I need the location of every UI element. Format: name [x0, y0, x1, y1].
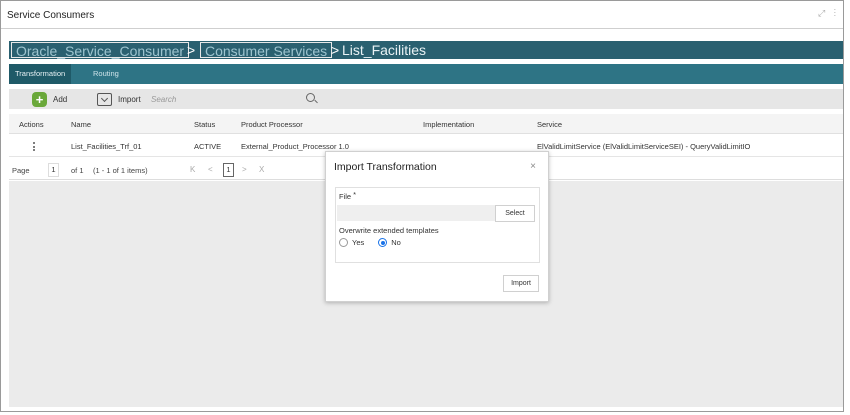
file-label: File * [339, 190, 357, 201]
add-button[interactable]: + Add [32, 92, 67, 107]
toolbar: + Add Import [9, 89, 843, 109]
breadcrumb: Oracle_Service_Consumer > Consumer Servi… [9, 41, 843, 59]
dialog-form: File * Select Overwrite extended template… [335, 187, 540, 263]
breadcrumb-separator: > [331, 42, 340, 58]
page-label: Page [12, 166, 30, 175]
required-mark: * [353, 190, 357, 199]
last-page-icon[interactable]: X [259, 165, 264, 174]
radio-no[interactable] [378, 238, 388, 247]
search-icon[interactable] [306, 93, 315, 102]
row-status: ACTIVE [194, 142, 222, 151]
search-input[interactable] [149, 92, 327, 107]
page-of-label: of 1 [71, 166, 84, 175]
column-service[interactable]: Service [537, 120, 562, 129]
kebab-menu-icon[interactable] [33, 142, 35, 151]
row-service: ElValidLimitService (ElValidLimitService… [537, 142, 751, 151]
column-actions: Actions [19, 120, 44, 129]
import-button[interactable]: Import [97, 92, 141, 107]
close-icon[interactable]: × [530, 161, 536, 172]
row-product-processor: External_Product_Processor 1.0 [241, 142, 349, 151]
dialog-title: Import Transformation [334, 161, 437, 173]
table-header: Actions Name Status Product Processor Im… [9, 114, 843, 134]
first-page-icon[interactable]: K [190, 165, 195, 174]
current-page-button[interactable]: 1 [223, 163, 234, 177]
radio-no-label[interactable]: No [391, 238, 401, 247]
row-name[interactable]: List_Facilities_Trf_01 [71, 142, 142, 151]
overwrite-label: Overwrite extended templates [339, 226, 439, 235]
prev-page-icon[interactable]: < [208, 165, 213, 174]
tab-transformation[interactable]: Transformation [9, 64, 72, 84]
breadcrumb-item-consumer[interactable]: Oracle_Service_Consumer [11, 42, 190, 59]
tab-bar: Transformation Routing [9, 64, 843, 84]
page-items-label: (1 - 1 of 1 items) [93, 166, 148, 175]
plus-icon: + [32, 92, 47, 107]
select-file-button[interactable]: Select [495, 205, 535, 222]
breadcrumb-item-current: List_Facilities [342, 42, 427, 58]
window-controls-icon[interactable]: ⤢ ⁝ [818, 8, 839, 19]
next-page-icon[interactable]: > [242, 165, 247, 174]
overwrite-radio-group: Yes No [339, 238, 401, 247]
import-transformation-dialog: Import Transformation × File * Select Ove… [325, 151, 549, 302]
radio-yes-label[interactable]: Yes [352, 238, 364, 247]
column-status[interactable]: Status [194, 120, 215, 129]
window-title: Service Consumers [7, 10, 95, 21]
add-button-label: Add [53, 95, 68, 104]
breadcrumb-separator: > [187, 42, 196, 58]
breadcrumb-item-consumer-services[interactable]: Consumer Services [200, 42, 333, 59]
tab-routing[interactable]: Routing [87, 64, 125, 84]
import-button-label: Import [118, 95, 141, 104]
title-bar: Service Consumers ⤢ ⁝ [1, 1, 843, 29]
radio-yes[interactable] [339, 238, 348, 247]
column-name[interactable]: Name [71, 120, 91, 129]
file-path-field[interactable] [337, 205, 495, 221]
import-submit-button[interactable]: Import [503, 275, 539, 292]
column-implementation[interactable]: Implementation [423, 120, 474, 129]
column-product-processor[interactable]: Product Processor [241, 120, 303, 129]
import-icon [97, 93, 112, 106]
page-number-input[interactable]: 1 [48, 163, 59, 177]
